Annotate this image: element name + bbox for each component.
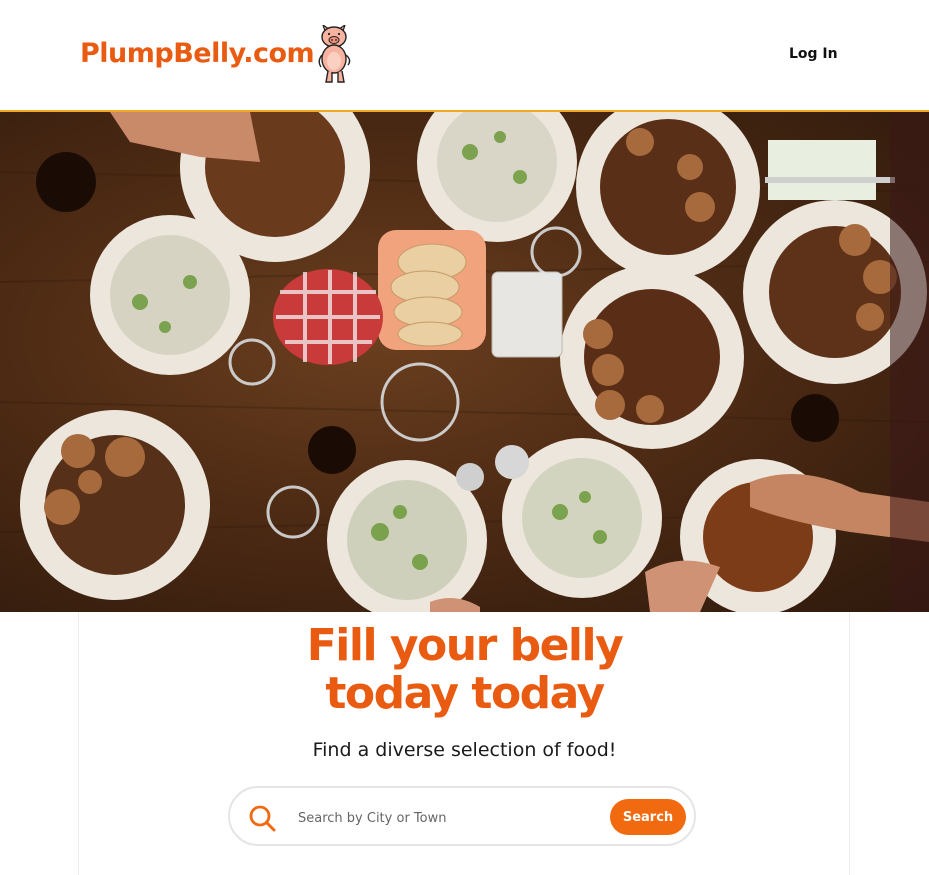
- brand-name[interactable]: PlumpBelly.com: [80, 38, 315, 69]
- search-button[interactable]: Search: [610, 799, 686, 835]
- site-header: PlumpBelly.com Log In: [0, 0, 929, 112]
- search-bar: Search: [228, 786, 696, 846]
- page-subhead: Find a diverse selection of food!: [312, 739, 617, 761]
- login-link[interactable]: Log In: [789, 46, 838, 62]
- hero-food-photo: [0, 112, 929, 612]
- search-icon[interactable]: [248, 804, 276, 832]
- page-headline: Fill your belly today today: [0, 622, 929, 718]
- pig-mascot-icon[interactable]: [315, 25, 355, 85]
- headline-text: Fill your belly today today: [306, 620, 624, 719]
- table-food-photo: [0, 112, 929, 612]
- search-input[interactable]: [296, 802, 600, 834]
